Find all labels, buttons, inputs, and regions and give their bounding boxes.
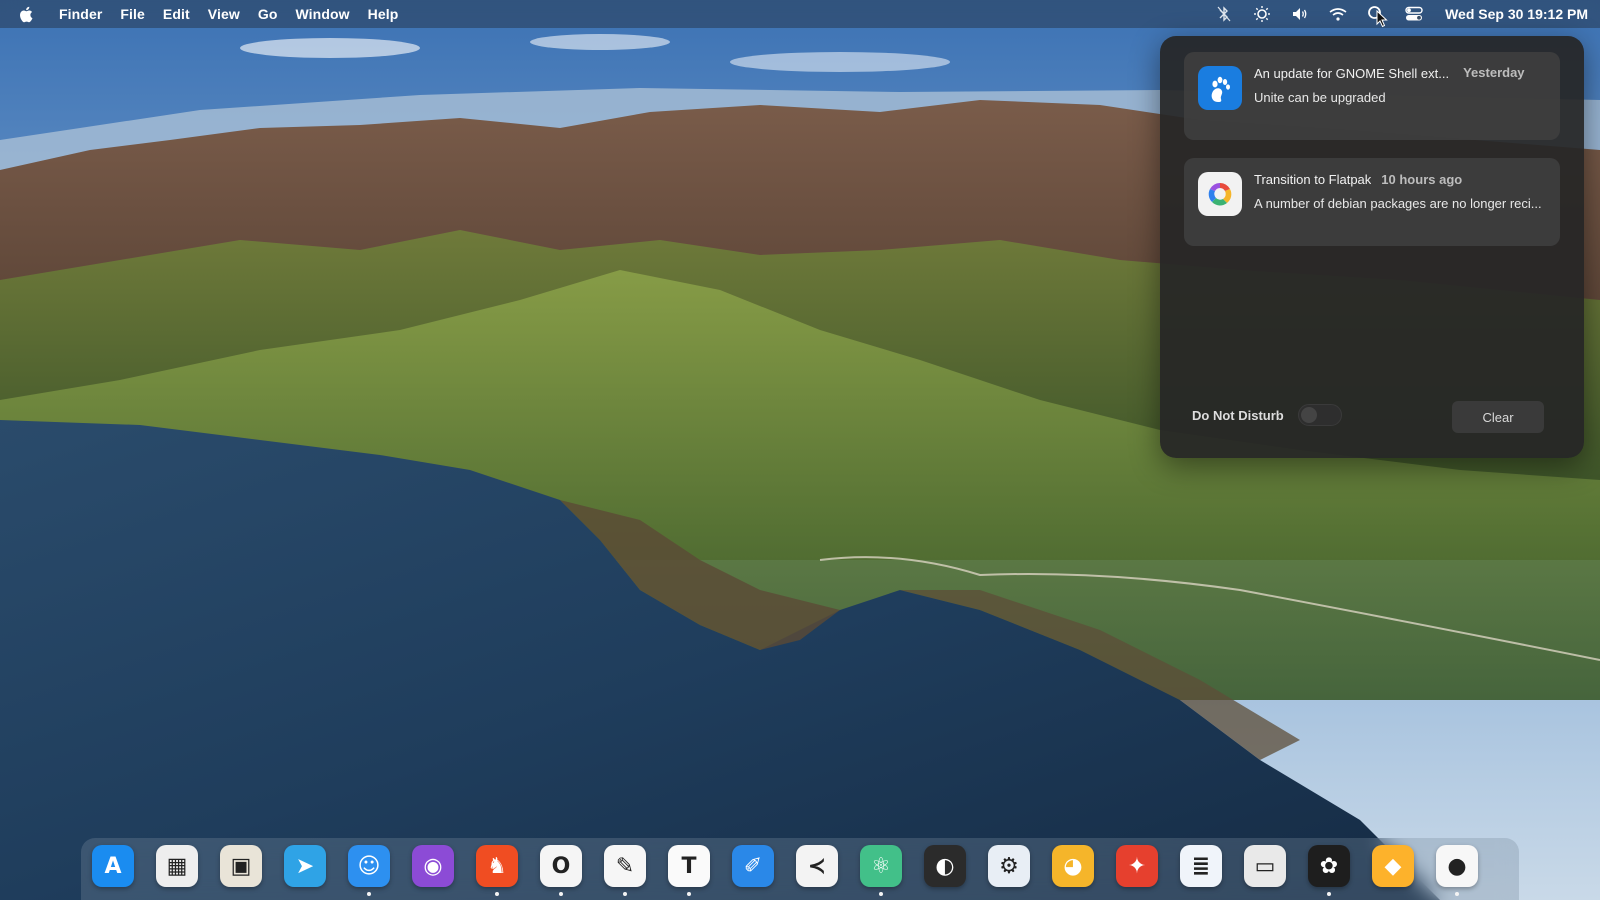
xcode-icon[interactable]: ✐ [731,844,775,888]
dock-app-tile: ◉ [412,845,454,887]
dock-app-tile: T [668,845,710,887]
notification-card[interactable]: Transition to Flatpak 10 hours ago A num… [1184,158,1560,246]
mouse-cursor-icon [1376,9,1388,33]
control-center-icon[interactable] [1404,4,1424,24]
running-indicator [879,892,883,896]
flatpak-cycle-icon [1198,172,1242,216]
vscode-icon[interactable]: ≺ [795,844,839,888]
opera-icon[interactable]: O [539,844,583,888]
running-indicator [623,892,627,896]
toggle-knob [1300,407,1317,423]
text-editor-icon[interactable]: ✎ [603,844,647,888]
document-viewer-icon[interactable]: ≣ [1179,844,1223,888]
menu-view[interactable]: View [199,6,249,22]
github-icon[interactable]: ● [1435,844,1479,888]
dock-app-tile: A [92,845,134,887]
brave-icon[interactable]: ♞ [475,844,519,888]
settings-tweaks-icon[interactable]: ⚙ [987,844,1031,888]
dock-app-tile: ≺ [796,845,838,887]
notification-center: An update for GNOME Shell ext... Yesterd… [1160,36,1584,458]
running-indicator [1327,892,1331,896]
atom-icon[interactable]: ⚛ [859,844,903,888]
dock-app-tile: ● [1436,845,1478,887]
notification-title: Transition to Flatpak [1254,172,1372,187]
firefox-icon[interactable]: ◉ [411,844,455,888]
notification-text: Transition to Flatpak 10 hours ago A num… [1254,172,1546,211]
wifi-icon[interactable] [1328,4,1348,24]
volume-icon[interactable] [1290,4,1310,24]
menu-bar: Finder File Edit View Go Window Help Wed… [0,0,1600,28]
running-indicator [495,892,499,896]
notification-time: Yesterday [1463,65,1525,80]
bluetooth-icon[interactable] [1214,4,1234,24]
menu-app-name[interactable]: Finder [50,6,111,22]
clear-notifications-button[interactable]: Clear [1452,401,1544,433]
menu-window[interactable]: Window [286,6,358,22]
apple-menu-icon[interactable] [14,3,36,25]
dock-app-tile: ➤ [284,845,326,887]
dock-app-tile: ▭ [1244,845,1286,887]
dock-app-tile: O [540,845,582,887]
dock: A ▦ ▣ ➤ ☺ ◉ ♞ O ✎ T ✐ ≺ ⚛ ◐ ⚙ ◕ ✦ ≣ ▭ ✿ ◆ ● [81,838,1519,900]
brightness-icon[interactable] [1252,4,1272,24]
safari-icon[interactable]: ✦ [1115,844,1159,888]
screenshot-icon[interactable]: ▭ [1243,844,1287,888]
dock-app-tile: ◐ [924,845,966,887]
sketch-icon[interactable]: ◆ [1371,844,1415,888]
color-picker-icon[interactable]: ◕ [1051,844,1095,888]
notification-title: An update for GNOME Shell ext... [1254,66,1450,81]
notification-body: A number of debian packages are no longe… [1254,196,1542,211]
menu-edit[interactable]: Edit [154,6,199,22]
do-not-disturb-toggle[interactable] [1297,404,1342,426]
menu-bar-left: Finder File Edit View Go Window Help [12,3,407,25]
menu-go[interactable]: Go [249,6,287,22]
notification-card[interactable]: An update for GNOME Shell ext... Yesterd… [1184,52,1560,140]
app-store-icon[interactable]: A [91,844,135,888]
dock-app-tile: ✎ [604,845,646,887]
dock-app-tile: ✿ [1308,845,1350,887]
menu-clock[interactable]: Wed Sep 30 19:12 PM [1445,6,1588,22]
running-indicator [559,892,563,896]
telegram-icon[interactable]: ➤ [283,844,327,888]
notification-body: Unite can be upgraded [1254,90,1386,105]
dock-app-tile: ◕ [1052,845,1094,887]
archive-box-icon[interactable]: ▣ [219,844,263,888]
do-not-disturb-label: Do Not Disturb [1192,407,1284,423]
dock-app-tile: ▦ [156,845,198,887]
gnome-foot-icon [1198,66,1242,110]
typora-icon[interactable]: T [667,844,711,888]
running-indicator [687,892,691,896]
dock-app-tile: ✦ [1116,845,1158,887]
running-indicator [367,892,371,896]
launchpad-icon[interactable]: ▦ [155,844,199,888]
dock-app-tile: ◆ [1372,845,1414,887]
dock-app-tile: ♞ [476,845,518,887]
menu-file[interactable]: File [111,6,154,22]
dock-app-tile: ⚛ [860,845,902,887]
figma-icon[interactable]: ✿ [1307,844,1351,888]
dock-app-tile: ☺ [348,845,390,887]
do-not-disturb-row: Do Not Disturb [1192,404,1342,426]
menu-bar-right: Wed Sep 30 19:12 PM [1205,4,1588,24]
activity-monitor-icon[interactable]: ◐ [923,844,967,888]
notification-time: 10 hours ago [1381,172,1463,187]
dock-app-tile: ⚙ [988,845,1030,887]
running-indicator [1455,892,1459,896]
finder-icon[interactable]: ☺ [347,844,391,888]
dock-app-tile: ✐ [732,845,774,887]
dock-app-tile: ≣ [1180,845,1222,887]
notification-text: An update for GNOME Shell ext... Yesterd… [1254,65,1546,105]
menu-help[interactable]: Help [359,6,408,22]
dock-app-tile: ▣ [220,845,262,887]
